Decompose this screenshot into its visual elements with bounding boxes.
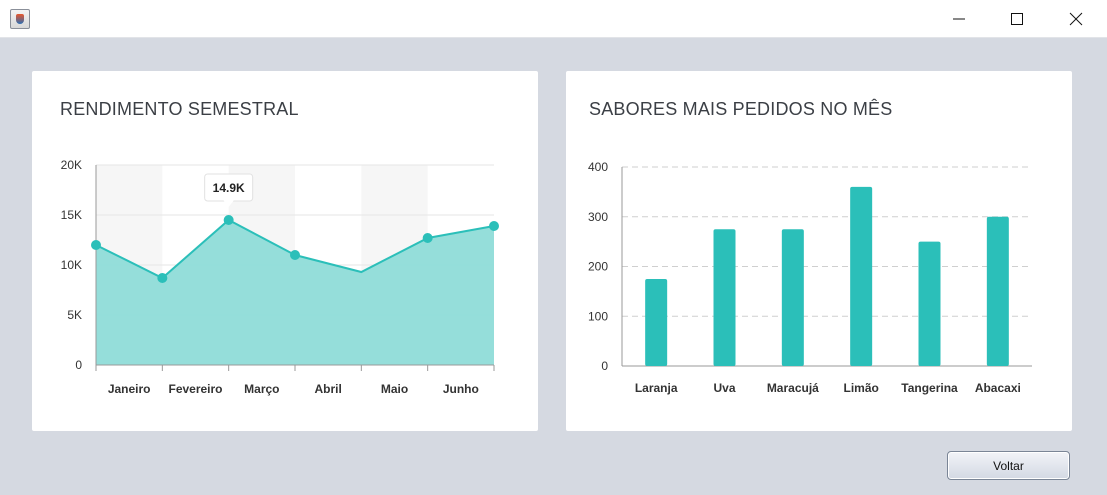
title-bar — [0, 0, 1107, 38]
data-point — [157, 273, 168, 283]
bar — [645, 278, 668, 366]
x-category-label: Abril — [314, 382, 341, 396]
y-tick-label: 20K — [61, 158, 82, 172]
maximize-button[interactable] — [988, 0, 1046, 38]
x-category-label: Limão — [843, 381, 878, 395]
bar — [918, 241, 941, 366]
y-tick-label: 300 — [588, 210, 608, 224]
voltar-button[interactable]: Voltar — [947, 451, 1070, 480]
data-point — [91, 240, 101, 250]
x-category-label: Abacaxi — [975, 381, 1021, 395]
y-tick-label: 100 — [588, 309, 608, 323]
y-tick-label: 10K — [61, 258, 82, 272]
close-icon — [1069, 12, 1083, 26]
revenue-area-chart: 0 5K 10K 15K 20K Janeiro Fevereiro Março Abril Ma… — [61, 158, 499, 396]
bar — [850, 186, 873, 366]
x-category-label: Junho — [443, 382, 479, 396]
data-point — [422, 233, 433, 243]
minimize-button[interactable] — [930, 0, 988, 38]
bar — [713, 229, 736, 366]
java-app-icon — [10, 9, 30, 29]
y-tick-label: 400 — [588, 160, 608, 174]
y-tick-label: 15K — [61, 208, 82, 222]
x-category-label: Maracujá — [767, 381, 819, 395]
flavors-card: SABORES MAIS PEDIDOS NO MÊS 0 100 200 300 40… — [566, 71, 1072, 431]
x-category-label: Maio — [381, 382, 408, 396]
x-category-label: Fevereiro — [168, 382, 222, 396]
bar — [781, 229, 804, 366]
x-category-label: Março — [244, 382, 279, 396]
y-tick-label: 0 — [601, 359, 608, 373]
x-category-label: Tangerina — [901, 381, 958, 395]
x-category-label: Laranja — [635, 381, 678, 395]
minimize-icon — [953, 18, 965, 20]
y-tick-label: 200 — [588, 260, 608, 274]
bar — [986, 216, 1009, 366]
flavors-bar-chart: 0 100 200 300 400 Laranja Uva Maracujá Limão Tang… — [588, 160, 1032, 395]
data-point — [290, 250, 300, 260]
close-button[interactable] — [1047, 0, 1105, 38]
y-tick-label: 5K — [67, 308, 82, 322]
data-point — [223, 215, 234, 225]
tooltip-text: 14.9K — [213, 181, 245, 195]
maximize-icon — [1011, 13, 1023, 25]
x-category-label: Uva — [713, 381, 735, 395]
y-tick-label: 0 — [75, 358, 82, 372]
x-category-label: Janeiro — [108, 382, 151, 396]
data-point — [489, 221, 499, 231]
revenue-card: RENDIMENTO SEMESTRAL 0 5K 10K 15K 20K Janeiro… — [32, 71, 538, 431]
